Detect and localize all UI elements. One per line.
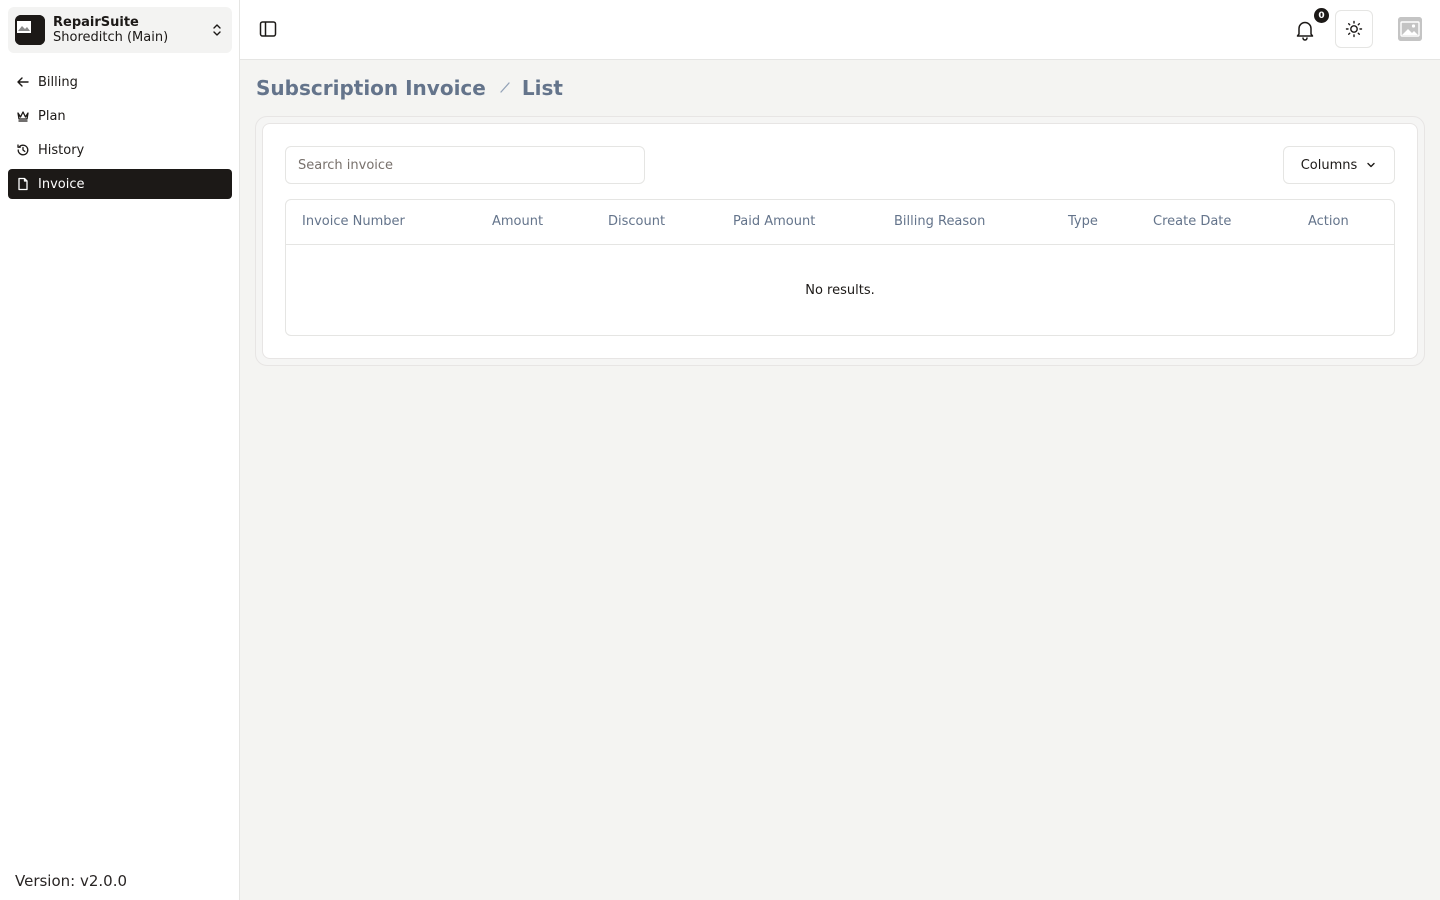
sidebar-nav: Billing Plan History Invoice	[8, 67, 232, 203]
columns-button[interactable]: Columns	[1283, 146, 1395, 184]
bell-icon	[1296, 21, 1314, 41]
user-avatar[interactable]	[1398, 17, 1422, 41]
search-input[interactable]	[285, 146, 645, 184]
org-switcher[interactable]: RepairSuite Shoreditch (Main)	[8, 7, 232, 53]
sidebar-item-label: Invoice	[38, 176, 85, 192]
sidebar-item-plan[interactable]: Plan	[8, 101, 232, 131]
sidebar-item-label: Plan	[38, 108, 66, 124]
invoice-table: Invoice Number Amount Discount Paid Amou…	[285, 199, 1395, 336]
image-placeholder-icon	[15, 15, 45, 45]
chevron-down-icon	[1367, 162, 1375, 168]
sidebar-item-history[interactable]: History	[8, 135, 232, 165]
file-icon	[16, 177, 30, 191]
arrow-left-icon	[16, 75, 30, 89]
notification-count-badge: 0	[1314, 8, 1329, 23]
theme-toggle-button[interactable]	[1335, 10, 1373, 48]
version-label: Version: v2.0.0	[15, 872, 128, 890]
empty-state-text: No results.	[805, 282, 875, 298]
sidebar-item-label: History	[38, 142, 85, 158]
sidebar-item-invoice[interactable]: Invoice	[8, 169, 232, 199]
chevron-up-down-icon	[213, 24, 221, 36]
column-header-create-date[interactable]: Create Date	[1153, 214, 1231, 229]
notifications-button[interactable]	[1292, 17, 1318, 43]
breadcrumb-page: List	[521, 76, 563, 100]
org-name: RepairSuite	[53, 15, 139, 30]
column-header-paid-amount[interactable]: Paid Amount	[733, 214, 815, 229]
top-bar: 0	[240, 0, 1440, 60]
sidebar-item-billing[interactable]: Billing	[8, 67, 232, 97]
history-icon	[16, 143, 30, 157]
crown-icon	[16, 109, 30, 123]
column-header-type[interactable]: Type	[1068, 214, 1098, 229]
column-header-discount[interactable]: Discount	[608, 214, 665, 229]
sun-icon	[1345, 20, 1363, 38]
table-header: Invoice Number Amount Discount Paid Amou…	[286, 200, 1394, 245]
column-header-amount[interactable]: Amount	[492, 214, 543, 229]
breadcrumb-separator-icon	[498, 78, 512, 99]
column-header-action: Action	[1308, 214, 1349, 229]
org-logo	[15, 15, 45, 45]
avatar-image-icon	[1398, 17, 1422, 41]
org-branch: Shoreditch (Main)	[53, 30, 169, 45]
columns-button-label: Columns	[1300, 157, 1358, 173]
column-header-invoice-number[interactable]: Invoice Number	[302, 214, 405, 229]
sidebar-toggle-icon	[259, 21, 277, 37]
sidebar-toggle-button[interactable]	[258, 19, 278, 39]
column-header-billing-reason[interactable]: Billing Reason	[894, 214, 985, 229]
breadcrumb-section[interactable]: Subscription Invoice	[256, 76, 486, 100]
sidebar-item-label: Billing	[38, 74, 78, 90]
sidebar: RepairSuite Shoreditch (Main) Billing Pl…	[0, 0, 240, 900]
breadcrumb: Subscription Invoice List	[256, 75, 563, 101]
